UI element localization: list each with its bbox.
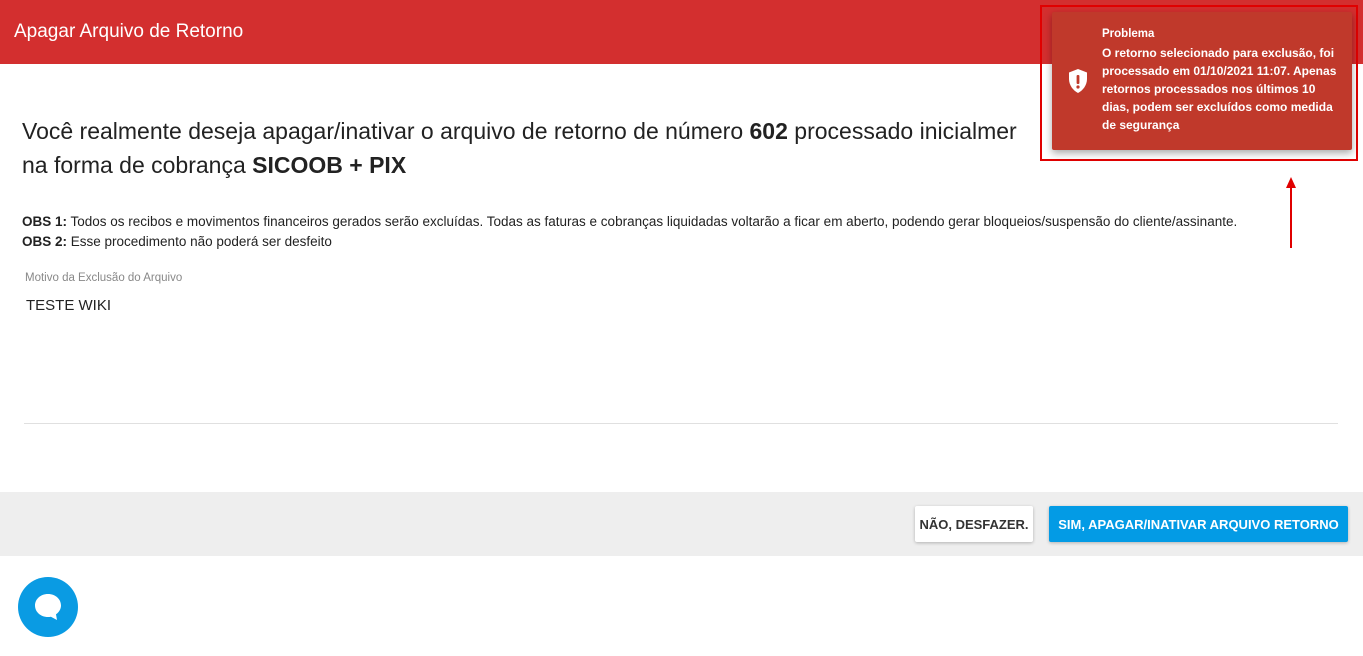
toast-message: O retorno selecionado para exclusão, foi… (1102, 46, 1337, 132)
dialog-footer: NÃO, DESFAZER. SIM, APAGAR/INATIVAR ARQU… (0, 492, 1363, 556)
obs-label: OBS 2: (22, 234, 68, 249)
toast-title: Problema (1102, 28, 1155, 40)
cancel-button[interactable]: NÃO, DESFAZER. (915, 506, 1033, 542)
chat-button[interactable] (18, 577, 78, 637)
reason-input[interactable] (24, 294, 1334, 316)
obs-text: Todos os recibos e movimentos financeiro… (67, 214, 1238, 229)
dialog-title: Apagar Arquivo de Retorno (14, 21, 244, 42)
obs-note-1: OBS 1: Todos os recibos e movimentos fin… (22, 214, 1237, 229)
question-line2-prefix: na forma de cobrança (22, 152, 253, 178)
confirm-delete-button[interactable]: SIM, APAGAR/INATIVAR ARQUIVO RETORNO (1049, 506, 1348, 542)
shield-alert-icon (1069, 69, 1087, 93)
obs-label: OBS 1: (22, 214, 68, 229)
return-number: 602 (749, 118, 788, 144)
billing-method: SICOOB + PIX (252, 152, 407, 178)
obs-note-2: OBS 2: Esse procedimento não poderá ser … (22, 234, 332, 249)
reason-field-label: Motivo da Exclusão do Arquivo (25, 272, 183, 284)
obs-text: Esse procedimento não poderá ser desfeit… (67, 234, 332, 249)
error-toast[interactable]: Problema O retorno selecionado para excl… (1052, 12, 1352, 150)
chat-bubble-icon (35, 594, 61, 620)
annotation-arrow (1286, 177, 1296, 248)
question-middle: processado inicialmer (787, 118, 1017, 144)
question-prefix: Você realmente deseja apagar/inativar o … (22, 118, 750, 144)
divider (24, 423, 1338, 424)
